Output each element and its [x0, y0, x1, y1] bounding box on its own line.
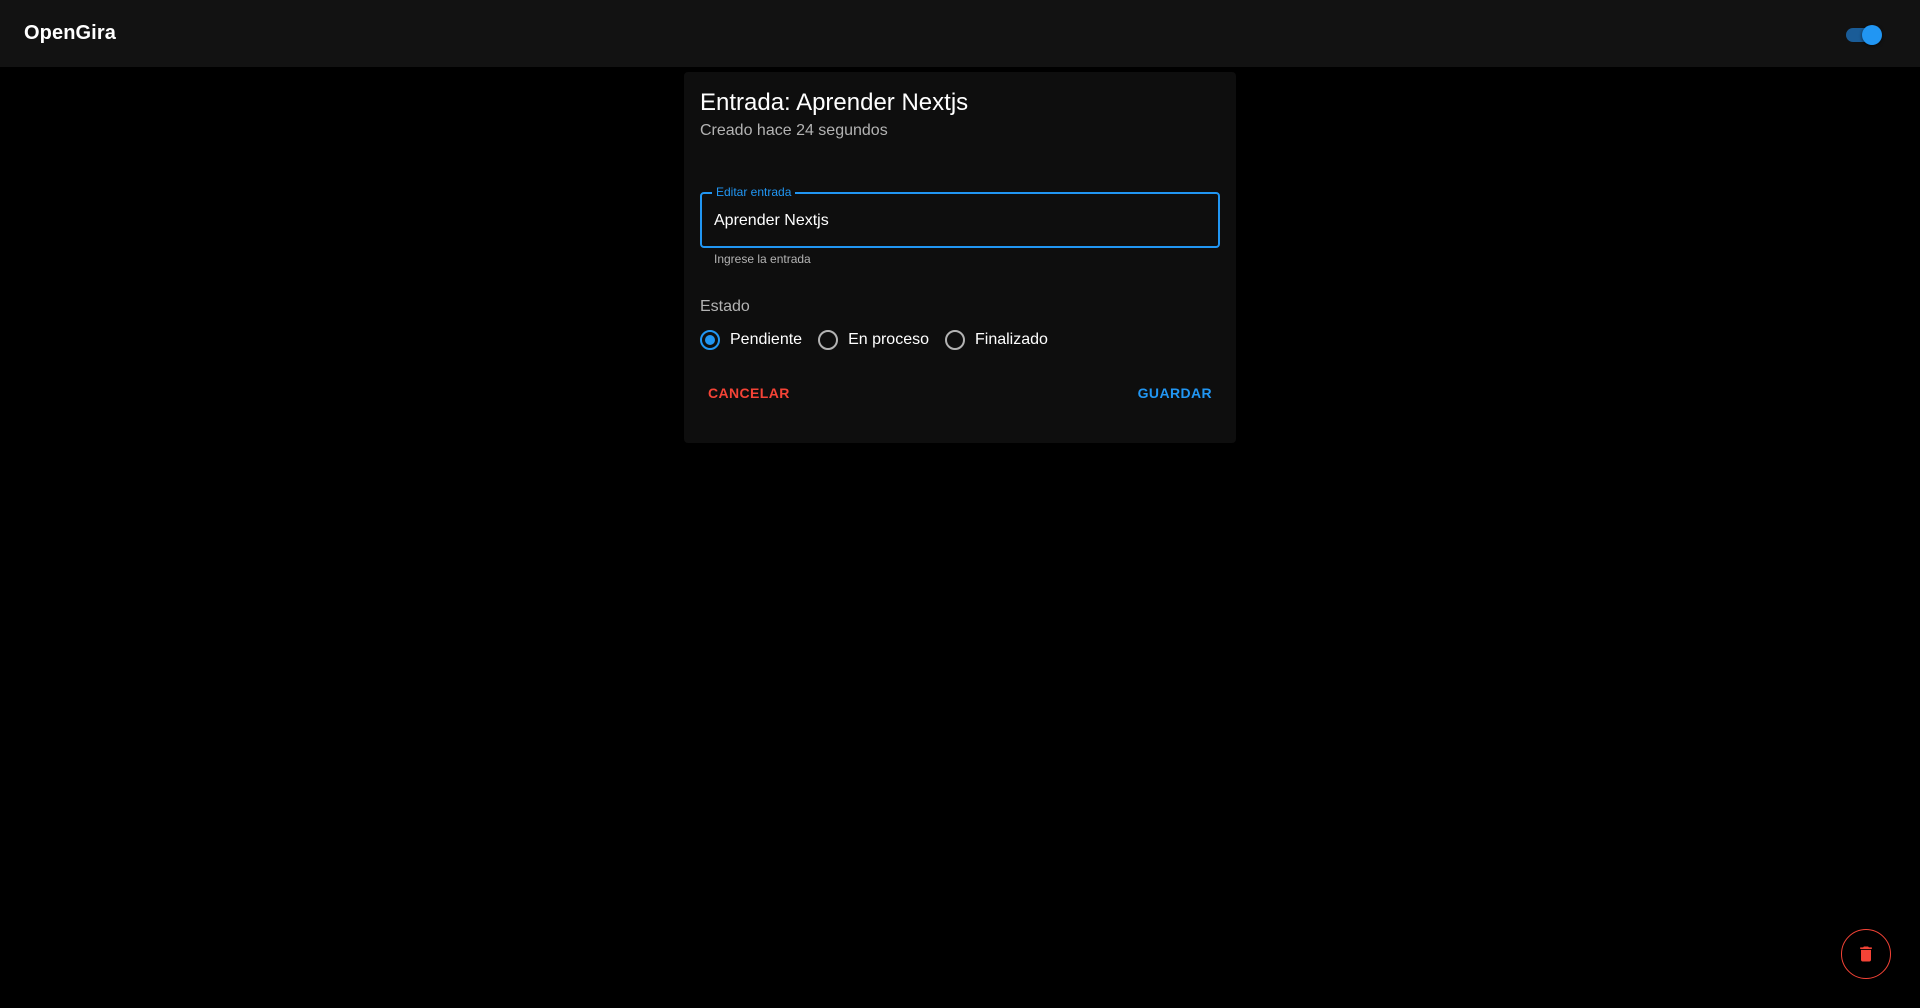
edit-entry-input[interactable]	[714, 210, 1204, 232]
entry-edit-card: Entrada: Aprender Nextjs Creado hace 24 …	[684, 72, 1236, 443]
app-title: OpenGira	[24, 22, 116, 44]
edit-entry-field: Editar entrada	[700, 185, 1220, 248]
cancel-button[interactable]: CANCELAR	[700, 375, 798, 411]
app-bar: OpenGira	[0, 0, 1920, 67]
edit-entry-label: Editar entrada	[712, 185, 796, 199]
estado-label: Estado	[700, 298, 750, 315]
save-button[interactable]: GUARDAR	[1130, 375, 1220, 411]
radio-unchecked-icon	[945, 330, 965, 350]
radio-en-proceso[interactable]: En proceso	[818, 330, 929, 350]
delete-button[interactable]	[1841, 929, 1891, 979]
radio-label: En proceso	[848, 331, 929, 348]
radio-checked-icon	[700, 330, 720, 350]
radio-pendiente[interactable]: Pendiente	[700, 330, 802, 350]
helper-text: Ingrese la entrada	[714, 252, 811, 266]
trash-icon	[1860, 946, 1872, 962]
card-title: Entrada: Aprender Nextjs	[700, 89, 969, 116]
radio-unchecked-icon	[818, 330, 839, 350]
card-subtitle: Creado hace 24 segundos	[700, 122, 888, 139]
radio-label: Finalizado	[975, 331, 1048, 348]
radio-finalizado[interactable]: Finalizado	[945, 330, 1048, 350]
switch-thumb	[1862, 24, 1882, 45]
estado-radio-group: Pendiente En proceso Finalizado	[700, 328, 1064, 352]
radio-label: Pendiente	[730, 331, 803, 348]
theme-toggle-switch[interactable]	[1844, 21, 1884, 47]
